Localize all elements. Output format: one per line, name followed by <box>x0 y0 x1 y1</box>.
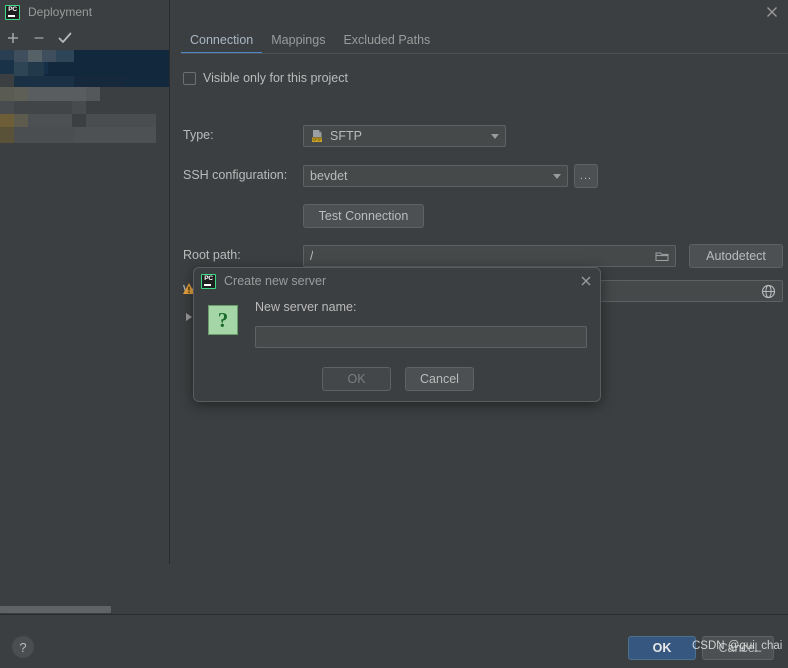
question-mark-icon: ? <box>208 305 238 335</box>
folder-icon[interactable] <box>655 250 669 265</box>
help-button[interactable]: ? <box>12 636 34 658</box>
chevron-down-icon <box>553 174 561 179</box>
chevron-right-icon[interactable] <box>186 313 192 321</box>
globe-icon[interactable] <box>761 284 776 302</box>
minus-icon[interactable] <box>26 27 52 49</box>
ok-button[interactable]: OK <box>628 636 696 660</box>
ssh-configuration-combobox[interactable]: bevdet <box>303 165 568 187</box>
chevron-down-icon <box>491 134 499 139</box>
root-path-input[interactable]: / <box>303 245 676 267</box>
autodetect-button[interactable]: Autodetect <box>689 244 783 268</box>
window-titlebar: PC Deployment <box>0 0 788 24</box>
new-server-name-input[interactable] <box>255 326 587 348</box>
ssh-configuration-value: bevdet <box>310 169 348 183</box>
scrollbar-thumb[interactable] <box>0 606 111 613</box>
tab-excluded-paths[interactable]: Excluded Paths <box>334 33 439 54</box>
visible-only-checkbox[interactable] <box>183 71 196 85</box>
server-list-toolbar <box>0 26 170 50</box>
modal-button-row: OK Cancel <box>194 367 602 391</box>
window-title: Deployment <box>28 5 93 19</box>
type-label: Type: <box>183 128 214 142</box>
root-path-label: Root path: <box>183 248 241 262</box>
type-value: SFTP <box>330 129 362 143</box>
test-connection-button[interactable]: Test Connection <box>303 204 424 228</box>
tab-bar-underline <box>181 53 788 54</box>
tab-mappings[interactable]: Mappings <box>262 33 334 54</box>
pycharm-icon: PC <box>5 4 20 20</box>
pycharm-icon: PC <box>201 273 216 289</box>
sftp-icon: SFTP <box>310 129 324 143</box>
visible-only-label: Visible only for this project <box>203 71 348 85</box>
ssh-configuration-label: SSH configuration: <box>183 168 288 182</box>
root-path-value: / <box>310 249 314 263</box>
tab-bar: Connection Mappings Excluded Paths <box>170 24 788 54</box>
modal-titlebar: PC Create new server <box>194 268 602 294</box>
deployment-dialog: PC Deployment Connection Mappings Exclud… <box>0 0 788 668</box>
modal-title: Create new server <box>224 274 327 288</box>
visible-only-checkbox-row[interactable]: Visible only for this project <box>183 71 348 85</box>
plus-icon[interactable] <box>0 27 26 49</box>
server-list-blurred-content <box>0 50 170 145</box>
new-server-name-label: New server name: <box>255 300 357 314</box>
type-combobox[interactable]: SFTP SFTP <box>303 125 506 147</box>
create-new-server-dialog: PC Create new server ? New server name: … <box>193 267 601 402</box>
tab-connection[interactable]: Connection <box>181 33 263 54</box>
check-icon[interactable] <box>52 27 78 49</box>
svg-text:SFTP: SFTP <box>312 138 322 142</box>
close-icon[interactable] <box>579 274 593 288</box>
horizontal-scrollbar[interactable] <box>0 604 170 614</box>
modal-cancel-button[interactable]: Cancel <box>405 367 474 391</box>
close-icon[interactable] <box>764 4 780 20</box>
ssh-configuration-browse-button[interactable]: ... <box>574 164 598 188</box>
modal-ok-button[interactable]: OK <box>322 367 391 391</box>
cancel-button[interactable]: Cancel <box>702 636 774 660</box>
server-list-panel[interactable] <box>0 50 170 614</box>
